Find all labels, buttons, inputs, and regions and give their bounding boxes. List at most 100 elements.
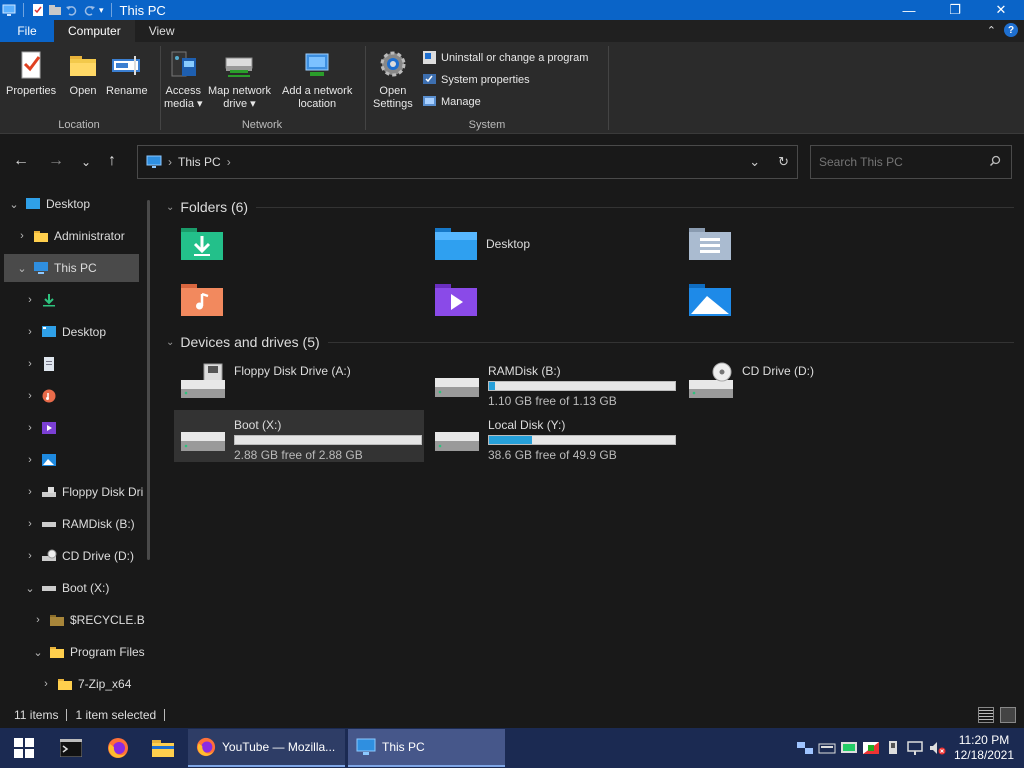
- sidebar-item-boot[interactable]: ⌄ Boot (X:): [0, 574, 145, 602]
- expand-chevron-icon[interactable]: ›: [15, 230, 29, 242]
- clock[interactable]: 11:20 PM 12/18/2021: [954, 733, 1014, 763]
- sidebar-item-this-pc[interactable]: ⌄ This PC: [4, 254, 139, 282]
- expand-chevron-icon[interactable]: ›: [23, 550, 37, 562]
- back-arrow-icon[interactable]: ←: [13, 152, 29, 170]
- sidebar-item-cd-drive[interactable]: › CD Drive (D:): [0, 542, 145, 570]
- collapse-ribbon-icon[interactable]: ⌃: [987, 24, 996, 37]
- taskbar-app-firefox[interactable]: YouTube — Mozilla...: [188, 729, 345, 767]
- new-folder-icon[interactable]: [48, 3, 62, 17]
- network-icon[interactable]: [906, 740, 924, 756]
- access-media-button[interactable]: Access media ▾: [164, 48, 203, 111]
- breadcrumb-separator-icon[interactable]: ›: [168, 155, 172, 169]
- expand-chevron-icon[interactable]: ›: [23, 390, 37, 402]
- open-button[interactable]: Open: [66, 48, 100, 98]
- sidebar-item-7zip[interactable]: › 7-Zip_x64: [0, 670, 145, 698]
- expand-chevron-icon[interactable]: ›: [23, 294, 37, 306]
- sidebar-item-downloads[interactable]: ›: [0, 286, 145, 314]
- volume-muted-icon[interactable]: [928, 740, 946, 756]
- address-bar[interactable]: › This PC › ⌄ ↻: [137, 145, 798, 179]
- search-box[interactable]: [810, 145, 1012, 179]
- uninstall-program-button[interactable]: Uninstall or change a program: [422, 50, 588, 65]
- redo-icon[interactable]: [82, 3, 96, 17]
- color-settings-icon[interactable]: [862, 740, 880, 756]
- minimize-button[interactable]: —: [886, 0, 932, 20]
- properties-icon[interactable]: [31, 3, 45, 17]
- breadcrumb-separator-icon[interactable]: ›: [227, 155, 231, 169]
- drive-floppy-a[interactable]: Floppy Disk Drive (A:): [174, 356, 424, 408]
- start-button[interactable]: [2, 728, 46, 768]
- folder-pictures[interactable]: [688, 282, 740, 318]
- expand-chevron-icon[interactable]: ›: [23, 422, 37, 434]
- search-icon[interactable]: [989, 155, 1001, 167]
- expand-chevron-icon[interactable]: ›: [23, 454, 37, 466]
- help-icon[interactable]: ?: [1004, 23, 1018, 37]
- open-settings-button[interactable]: Open Settings: [373, 48, 413, 111]
- refresh-icon[interactable]: ↻: [778, 154, 789, 170]
- map-network-drive-button[interactable]: Map network drive ▾: [208, 48, 271, 111]
- devices-section-header[interactable]: ⌄ Devices and drives (5): [166, 334, 1014, 350]
- terminal-taskbar-button[interactable]: [49, 728, 93, 768]
- close-button[interactable]: ✕: [978, 0, 1024, 20]
- sidebar-item-ramdisk[interactable]: › RAMDisk (B:): [0, 510, 145, 538]
- up-arrow-icon[interactable]: ↑: [108, 152, 116, 170]
- sidebar-item-desktop-folder[interactable]: › Desktop: [0, 318, 145, 346]
- sidebar-item-recycle[interactable]: › $RECYCLE.B: [0, 606, 145, 634]
- network-devices-icon[interactable]: [796, 740, 814, 756]
- customize-dropdown-icon[interactable]: ▾: [99, 5, 104, 16]
- properties-button[interactable]: Properties: [6, 48, 56, 98]
- device-icon[interactable]: [884, 740, 902, 756]
- display-icon[interactable]: [840, 740, 858, 756]
- expand-chevron-icon[interactable]: ›: [39, 678, 53, 690]
- sidebar-item-pictures[interactable]: ›: [0, 446, 145, 474]
- recent-locations-chevron-icon[interactable]: ⌄: [81, 155, 91, 169]
- sidebar-item-desktop[interactable]: ⌄ Desktop: [0, 190, 145, 218]
- folders-section-header[interactable]: ⌄ Folders (6): [166, 199, 1014, 215]
- expand-chevron-icon[interactable]: ⌄: [31, 646, 45, 659]
- expand-chevron-icon[interactable]: ⌄: [15, 262, 29, 275]
- add-network-location-button[interactable]: Add a network location: [282, 48, 352, 111]
- rename-button[interactable]: Rename: [106, 48, 148, 98]
- large-icons-view-icon[interactable]: [1000, 707, 1016, 723]
- undo-icon[interactable]: [65, 3, 79, 17]
- drive-boot-x[interactable]: Boot (X:) 2.88 GB free of 2.88 GB: [174, 410, 424, 462]
- keyboard-icon[interactable]: [818, 740, 836, 756]
- folder-downloads[interactable]: [180, 226, 232, 262]
- firefox-taskbar-button[interactable]: [96, 728, 140, 768]
- sidebar-scrollbar[interactable]: [147, 200, 150, 560]
- sidebar-item-documents[interactable]: ›: [0, 350, 145, 378]
- drive-ramdisk-b[interactable]: RAMDisk (B:) 1.10 GB free of 1.13 GB: [428, 356, 678, 408]
- tab-file[interactable]: File: [0, 20, 54, 42]
- collapse-chevron-icon[interactable]: ⌄: [166, 202, 174, 213]
- tab-view[interactable]: View: [135, 20, 189, 42]
- collapse-chevron-icon[interactable]: ⌄: [166, 337, 174, 348]
- sidebar-item-program-files[interactable]: ⌄ Program Files: [0, 638, 145, 666]
- address-dropdown-icon[interactable]: ⌄: [749, 154, 760, 170]
- manage-button[interactable]: Manage: [422, 94, 481, 109]
- expand-chevron-icon[interactable]: ›: [23, 326, 37, 338]
- expand-chevron-icon[interactable]: ⌄: [7, 198, 21, 211]
- folder-desktop[interactable]: Desktop: [434, 226, 530, 262]
- taskbar-app-this-pc[interactable]: This PC: [348, 729, 505, 767]
- folder-videos[interactable]: [434, 282, 486, 318]
- details-view-icon[interactable]: [978, 707, 994, 723]
- maximize-button[interactable]: ❐: [932, 0, 978, 20]
- expand-chevron-icon[interactable]: ›: [23, 358, 37, 370]
- sidebar-item-videos[interactable]: ›: [0, 414, 145, 442]
- forward-arrow-icon[interactable]: →: [48, 152, 64, 170]
- sidebar-item-music[interactable]: ›: [0, 382, 145, 410]
- search-input[interactable]: [811, 155, 981, 169]
- expand-chevron-icon[interactable]: ›: [23, 486, 37, 498]
- drive-cd-d[interactable]: CD Drive (D:): [682, 356, 932, 408]
- drive-local-y[interactable]: Local Disk (Y:) 38.6 GB free of 49.9 GB: [428, 410, 678, 462]
- sidebar-item-administrator[interactable]: › Administrator: [0, 222, 145, 250]
- sidebar-item-floppy[interactable]: › Floppy Disk Dri: [0, 478, 145, 506]
- system-properties-button[interactable]: System properties: [422, 72, 530, 87]
- folder-documents[interactable]: [688, 226, 740, 262]
- computer-icon[interactable]: [2, 3, 16, 17]
- tab-computer[interactable]: Computer: [54, 20, 135, 42]
- breadcrumb-this-pc[interactable]: This PC: [178, 155, 221, 169]
- expand-chevron-icon[interactable]: ›: [23, 518, 37, 530]
- folder-music[interactable]: [180, 282, 232, 318]
- expand-chevron-icon[interactable]: ⌄: [23, 582, 37, 595]
- expand-chevron-icon[interactable]: ›: [31, 614, 45, 626]
